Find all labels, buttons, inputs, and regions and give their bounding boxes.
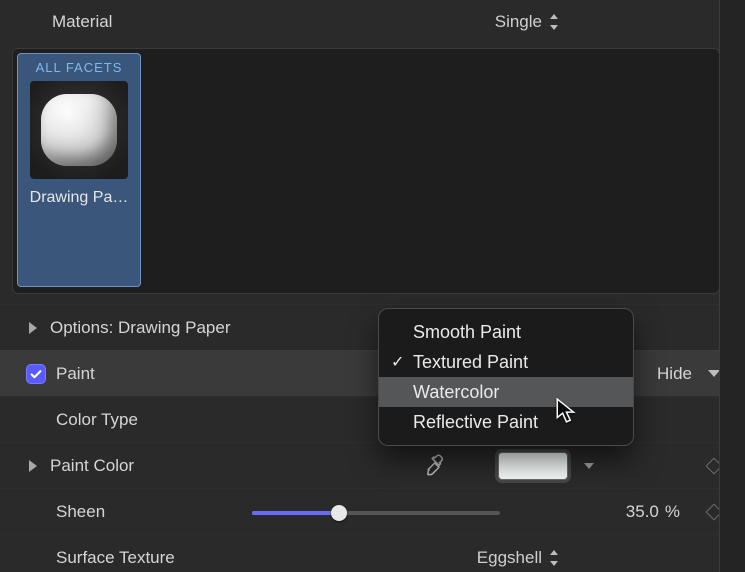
surface-texture-popup[interactable]: Eggshell — [477, 548, 560, 568]
disclosure-triangle-icon[interactable] — [26, 321, 40, 335]
scrollbar-track[interactable] — [719, 0, 732, 572]
paint-color-well[interactable] — [498, 452, 568, 480]
sheen-value[interactable]: 35.0 — [626, 502, 659, 522]
facet-name: Drawing Pa… — [23, 189, 135, 207]
facets-tab-label: ALL FACETS — [36, 58, 123, 81]
material-mode-value: Single — [495, 12, 542, 32]
options-label: Options: Drawing Paper — [50, 318, 230, 338]
paint-color-label: Paint Color — [50, 456, 134, 476]
surface-texture-row: Surface Texture Eggshell — [0, 534, 732, 572]
material-label: Material — [52, 12, 112, 32]
paint-checkbox[interactable] — [26, 364, 46, 384]
popup-item-label: Watercolor — [413, 382, 499, 403]
sheen-slider[interactable] — [252, 502, 500, 522]
facet-card[interactable]: ALL FACETS Drawing Pa… — [17, 53, 141, 287]
material-mode-popup[interactable]: Single — [495, 12, 560, 32]
material-thumbnail[interactable] — [30, 81, 128, 179]
checkmark-icon — [29, 367, 43, 381]
slider-thumb[interactable] — [331, 505, 347, 521]
paint-color-row: Paint Color — [0, 442, 732, 488]
popup-item-reflective-paint[interactable]: Reflective Paint — [379, 407, 633, 437]
popup-item-label: Reflective Paint — [413, 412, 538, 433]
material-preview-shape — [41, 94, 117, 166]
updown-icon — [548, 550, 560, 566]
popup-item-smooth-paint[interactable]: Smooth Paint — [379, 317, 633, 347]
popup-item-watercolor[interactable]: Watercolor — [379, 377, 633, 407]
surface-texture-value: Eggshell — [477, 548, 542, 568]
color-type-label: Color Type — [56, 410, 138, 430]
chevron-down-icon[interactable] — [584, 463, 594, 469]
disclosure-triangle-icon[interactable] — [26, 459, 40, 473]
paint-label: Paint — [56, 364, 95, 384]
eyedropper-icon[interactable] — [424, 454, 448, 478]
sheen-label: Sheen — [56, 502, 105, 522]
popup-item-label: Textured Paint — [413, 352, 528, 373]
hide-button[interactable]: Hide — [657, 364, 692, 384]
sheen-unit: % — [665, 502, 680, 522]
updown-icon — [548, 14, 560, 30]
sheen-row: Sheen 35.0 % — [0, 488, 732, 534]
color-type-popup[interactable]: Smooth Paint Textured Paint Watercolor R… — [378, 308, 634, 446]
popup-item-label: Smooth Paint — [413, 322, 521, 343]
popup-item-textured-paint[interactable]: Textured Paint — [379, 347, 633, 377]
surface-texture-label: Surface Texture — [56, 548, 175, 568]
facets-well: ALL FACETS Drawing Pa… — [12, 48, 720, 294]
